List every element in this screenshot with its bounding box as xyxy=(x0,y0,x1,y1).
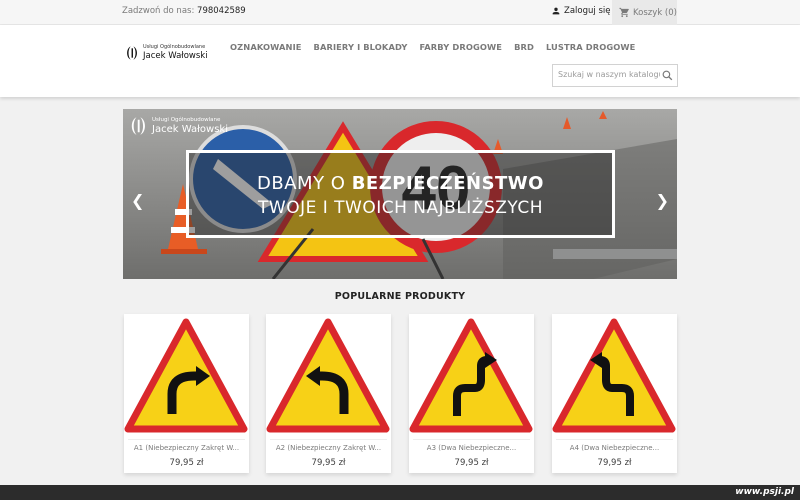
product-name[interactable]: A4 (Dwa Niebezpieczne... xyxy=(552,444,677,452)
product-price: 79,95 zł xyxy=(311,458,346,468)
top-bar: Zadzwoń do nas: 798042589 Zaloguj się Ko… xyxy=(0,0,800,25)
header: Usługi Ogólnobudowlane Jacek Wałowski OZ… xyxy=(0,25,800,97)
carousel-prev-icon[interactable]: ❮ xyxy=(131,191,144,210)
curve-right-sign-icon xyxy=(124,314,249,439)
search-box xyxy=(552,64,678,87)
product-name[interactable]: A1 (Niebezpieczny Zakręt W... xyxy=(124,444,249,452)
product-name[interactable]: A2 (Niebezpieczny Zakręt W... xyxy=(266,444,391,452)
contact-label: Zadzwoń do nas: xyxy=(122,6,195,16)
carousel-next-icon[interactable]: ❯ xyxy=(656,191,669,210)
bottom-bar: www.psji.pl xyxy=(0,485,800,500)
phone-number[interactable]: 798042589 xyxy=(197,6,246,16)
product-card[interactable]: A2 (Niebezpieczny Zakręt W... 79,95 zł xyxy=(266,314,391,473)
menu-item-brd[interactable]: BRD xyxy=(514,42,534,52)
double-curve-right-sign-icon xyxy=(409,314,534,439)
product-price: 79,95 zł xyxy=(454,458,489,468)
menu-item-lustra[interactable]: LUSTRA DROGOWE xyxy=(546,42,635,52)
banner-brand-line1: Usługi Ogólnobudowlane xyxy=(152,117,221,123)
user-icon xyxy=(552,7,560,15)
main-menu: OZNAKOWANIE BARIERY I BLOKADY FARBY DROG… xyxy=(230,42,635,52)
headline-pre: DBAMY O xyxy=(257,173,352,194)
logo-line1: Usługi Ogólnobudowlane xyxy=(143,44,206,51)
product-price: 79,95 zł xyxy=(597,458,632,468)
login-label: Zaloguj się xyxy=(564,6,611,16)
menu-item-bariery[interactable]: BARIERY I BLOKADY xyxy=(314,42,408,52)
banner-logo-icon xyxy=(131,117,145,135)
product-card[interactable]: A1 (Niebezpieczny Zakręt W... 79,95 zł xyxy=(124,314,249,473)
site-logo[interactable]: Usługi Ogólnobudowlane Jacek Wałowski xyxy=(125,45,208,61)
curve-left-sign-icon xyxy=(266,314,391,439)
hero-carousel[interactable]: 40 Usługi Ogólnobudowlane Jacek Wałowski… xyxy=(123,109,677,279)
product-price: 79,95 zł xyxy=(169,458,204,468)
menu-item-farby[interactable]: FARBY DROGOWE xyxy=(419,42,502,52)
banner-headline: DBAMY O BEZPIECZEŃSTWO TWOJE I TWOICH NA… xyxy=(186,150,615,238)
banner-brand-line2: Jacek Wałowski xyxy=(152,124,228,135)
banner-brand: Usługi Ogólnobudowlane Jacek Wałowski xyxy=(129,115,228,137)
product-card[interactable]: A4 (Dwa Niebezpieczne... 79,95 zł xyxy=(552,314,677,473)
double-curve-left-sign-icon xyxy=(552,314,677,439)
headline-bold: BEZPIECZEŃSTWO xyxy=(351,173,544,194)
product-name[interactable]: A3 (Dwa Niebezpieczne... xyxy=(409,444,534,452)
watermark: www.psji.pl xyxy=(735,487,794,497)
menu-item-oznakowanie[interactable]: OZNAKOWANIE xyxy=(230,42,302,52)
contact-info: Zadzwoń do nas: 798042589 xyxy=(122,6,246,16)
logo-mark-icon xyxy=(127,46,137,60)
logo-line2: Jacek Wałowski xyxy=(143,51,208,62)
section-title: POPULARNE PRODUKTY xyxy=(334,291,466,302)
cart-button[interactable]: Koszyk (0) xyxy=(612,0,677,25)
headline-line2: TWOJE I TWOICH NAJBLIŻSZYCH xyxy=(258,198,543,218)
search-input[interactable] xyxy=(558,70,660,79)
cart-icon xyxy=(619,7,629,18)
search-icon[interactable] xyxy=(661,69,674,82)
product-card[interactable]: A3 (Dwa Niebezpieczne... 79,95 zł xyxy=(409,314,534,473)
cart-label: Koszyk (0) xyxy=(633,7,677,18)
login-link[interactable]: Zaloguj się xyxy=(551,6,610,16)
